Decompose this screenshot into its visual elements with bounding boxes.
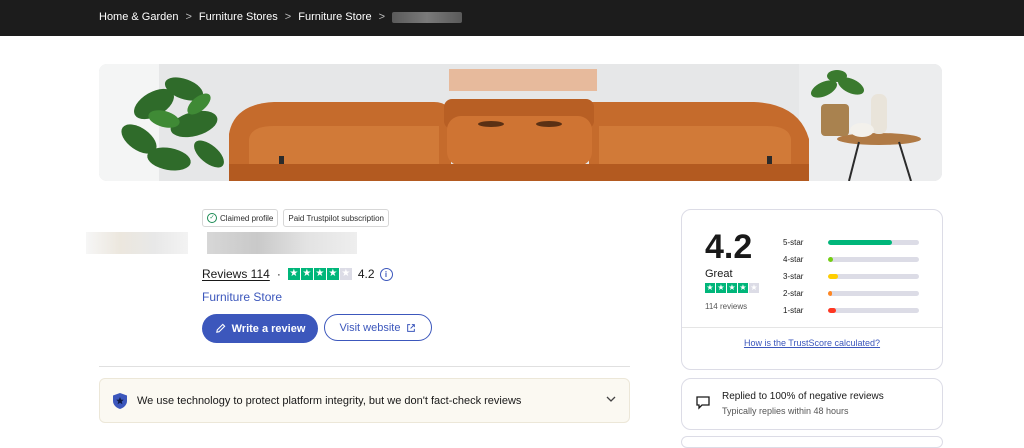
chat-bubble-icon xyxy=(696,396,710,410)
business-name-redacted xyxy=(207,232,357,254)
section-divider xyxy=(99,366,630,367)
reply-stats-card: Replied to 100% of negative reviews Typi… xyxy=(681,378,943,430)
trustscore-value: 4.2 xyxy=(357,267,375,281)
star-empty-icon: ★ xyxy=(339,268,352,280)
integrity-notice-text: We use technology to protect platform in… xyxy=(137,394,522,407)
distribution-bar-fill xyxy=(828,291,832,296)
info-icon[interactable]: i xyxy=(379,267,393,281)
distribution-row-3-star[interactable]: 3-star xyxy=(783,268,919,285)
distribution-bar-fill xyxy=(828,240,892,245)
distribution-row-4-star[interactable]: 4-star xyxy=(783,251,919,268)
star-filled-icon: ★ xyxy=(738,283,748,293)
trustscore-stars: ★ ★ ★ ★ ★ xyxy=(705,283,759,293)
distribution-bar-fill xyxy=(828,257,834,262)
category-link[interactable]: Furniture Store xyxy=(202,290,282,304)
star-filled-icon: ★ xyxy=(326,268,339,280)
check-circle-icon: ✓ xyxy=(207,213,217,223)
paid-subscription-label: Paid Trustpilot subscription xyxy=(288,213,384,223)
separator-dot: · xyxy=(276,267,281,281)
trustscore-calculation-link[interactable]: How is the TrustScore calculated? xyxy=(682,338,942,348)
distribution-bar-track xyxy=(828,240,919,245)
breadcrumb: Home & Garden > Furniture Stores > Furni… xyxy=(99,11,463,23)
trustscore-big-value: 4.2 xyxy=(705,228,753,266)
star-filled-icon: ★ xyxy=(300,268,313,280)
distribution-row-1-star[interactable]: 1-star xyxy=(783,302,919,319)
star-rating: ★ ★ ★ ★ ★ xyxy=(287,268,352,280)
write-review-button[interactable]: Write a review xyxy=(202,314,318,343)
hero-banner-image xyxy=(99,64,942,181)
distribution-label: 2-star xyxy=(783,289,804,298)
visit-website-button[interactable]: Visit website xyxy=(324,314,432,341)
rating-distribution: 5-star 4-star 3-star 2-star 1-star xyxy=(783,234,919,319)
write-review-label: Write a review xyxy=(231,322,306,335)
distribution-row-5-star[interactable]: 5-star xyxy=(783,234,919,251)
breadcrumb-separator: > xyxy=(185,11,192,23)
reply-time-text: Typically replies within 48 hours xyxy=(722,406,849,416)
top-breadcrumb-bar: Home & Garden > Furniture Stores > Furni… xyxy=(0,0,1024,36)
breadcrumb-item-furniture-stores[interactable]: Furniture Stores xyxy=(199,11,278,23)
distribution-label: 4-star xyxy=(783,255,804,264)
star-filled-icon: ★ xyxy=(705,283,715,293)
breadcrumb-separator: > xyxy=(378,11,386,23)
star-filled-icon: ★ xyxy=(313,268,326,280)
claimed-profile-label: Claimed profile xyxy=(220,213,274,223)
distribution-bar-track xyxy=(828,291,919,296)
chevron-down-icon[interactable] xyxy=(605,393,617,405)
reviews-count-link[interactable]: Reviews 114 xyxy=(202,267,270,281)
reply-rate-text: Replied to 100% of negative reviews xyxy=(722,391,884,402)
star-filled-icon: ★ xyxy=(287,268,300,280)
shield-star-icon xyxy=(113,392,127,409)
next-card xyxy=(681,436,943,448)
breadcrumb-item-home-garden[interactable]: Home & Garden xyxy=(99,11,178,23)
external-link-icon xyxy=(407,323,416,332)
breadcrumb-item-redacted xyxy=(392,11,463,23)
distribution-bar-track xyxy=(828,274,919,279)
visit-website-label: Visit website xyxy=(339,321,401,334)
trustscore-review-count: 114 reviews xyxy=(705,302,748,311)
distribution-row-2-star[interactable]: 2-star xyxy=(783,285,919,302)
distribution-bar-fill xyxy=(828,308,837,313)
star-filled-icon: ★ xyxy=(727,283,737,293)
card-divider xyxy=(682,327,942,328)
trustscore-label: Great xyxy=(705,268,733,280)
trustscore-card: 4.2 Great ★ ★ ★ ★ ★ 114 reviews 5-star 4-star… xyxy=(681,209,943,370)
business-logo-redacted xyxy=(86,232,188,254)
breadcrumb-separator: > xyxy=(284,11,292,23)
distribution-bar-track xyxy=(828,257,919,262)
business-rating-row: Reviews 114 · ★ ★ ★ ★ ★ 4.2 i xyxy=(202,267,393,281)
star-empty-icon: ★ xyxy=(749,283,759,293)
distribution-bar-track xyxy=(828,308,919,313)
integrity-notice[interactable]: We use technology to protect platform in… xyxy=(99,378,630,423)
distribution-label: 3-star xyxy=(783,272,804,281)
star-filled-icon: ★ xyxy=(716,283,726,293)
profile-badges: ✓ Claimed profile Paid Trustpilot subscr… xyxy=(202,209,389,227)
claimed-profile-badge[interactable]: ✓ Claimed profile xyxy=(202,209,279,227)
paid-subscription-badge[interactable]: Paid Trustpilot subscription xyxy=(283,209,389,227)
distribution-bar-fill xyxy=(828,274,838,279)
breadcrumb-item-furniture-store[interactable]: Furniture Store xyxy=(298,11,371,23)
distribution-label: 5-star xyxy=(783,238,804,247)
pencil-icon xyxy=(215,323,226,333)
distribution-label: 1-star xyxy=(783,306,804,315)
